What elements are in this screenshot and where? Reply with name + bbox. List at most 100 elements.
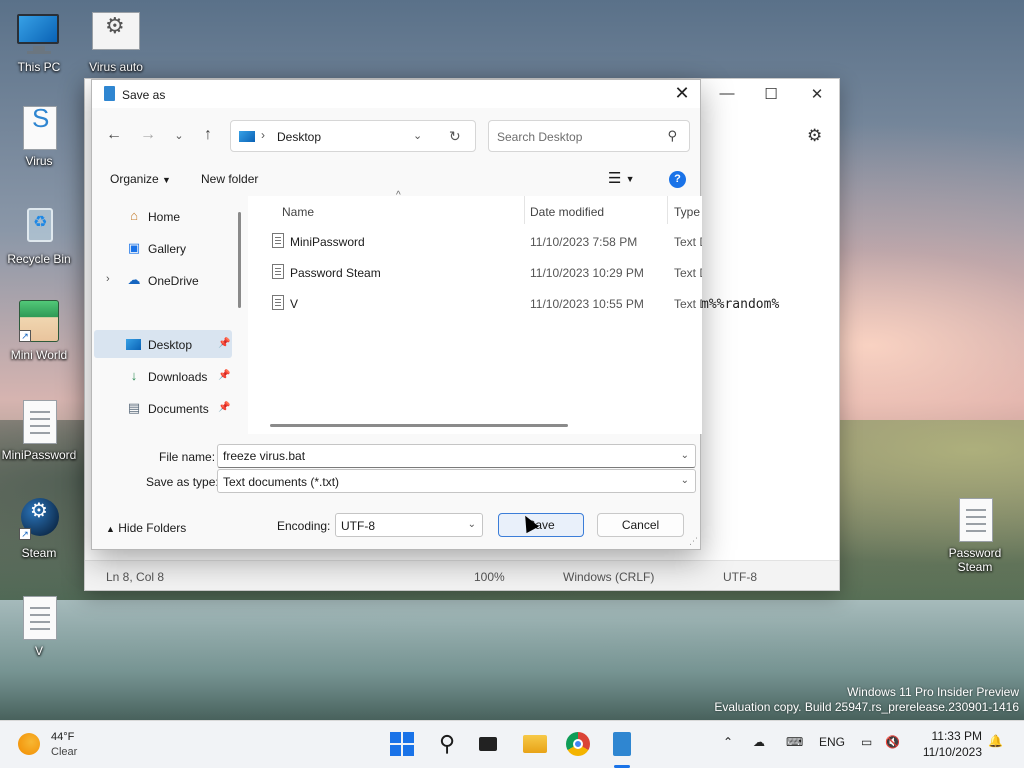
view-options-icon[interactable]: ☰ ▼	[608, 169, 635, 187]
nav-item-downloads[interactable]: ↓ Downloads 📌	[94, 362, 232, 390]
status-bar: Ln 8, Col 8 100% Windows (CRLF) UTF-8	[85, 560, 839, 590]
file-row[interactable]: MiniPassword 11/10/2023 7:58 PM Text Doc…	[248, 226, 702, 256]
nav-item-gallery[interactable]: ▣ Gallery	[94, 234, 232, 262]
desktop-icon-virus[interactable]: S Virus	[0, 105, 79, 168]
save-as-type-select[interactable]: Text documents (*.txt) ⌄	[217, 469, 696, 493]
chrome-button[interactable]	[565, 731, 591, 757]
close-button[interactable]: ✕	[795, 85, 839, 103]
language-indicator[interactable]: ENG	[819, 735, 845, 749]
chevron-up-icon: ▲	[106, 524, 115, 534]
up-arrow-icon[interactable]: ↑	[197, 126, 219, 144]
desktop-icon-virus-auto[interactable]: ⚙ Virus auto	[76, 12, 156, 74]
desktop-icon-steam[interactable]: ⚙ ↗ Steam	[0, 498, 79, 560]
help-icon[interactable]: ?	[669, 171, 686, 188]
dialog-title: Save as	[122, 88, 166, 102]
pin-icon: 📌	[218, 338, 231, 349]
desktop-icon-label: Steam	[21, 546, 57, 560]
desktop-icon-password-steam[interactable]: Password Steam	[935, 498, 1015, 574]
show-hidden-icons-chevron-icon[interactable]: ⌃	[723, 735, 733, 749]
column-header-date-modified[interactable]: Date modified	[525, 196, 667, 224]
weather-temperature: 44°F	[51, 731, 75, 743]
watermark-edition: Windows 11 Pro Insider Preview	[847, 685, 1019, 699]
expand-chevron-icon[interactable]: ›	[106, 273, 110, 285]
save-as-dialog: Save as ✕ ← → ⌄ ↑ › Desktop ⌄ ↻ Search D…	[91, 79, 702, 550]
nav-item-home[interactable]: ⌂ Home	[94, 202, 232, 230]
search-icon: ⚲	[438, 731, 456, 756]
zoom-level[interactable]: 100%	[474, 570, 505, 584]
notepad-button[interactable]	[609, 731, 635, 757]
desktop-icon-minipassword[interactable]: MiniPassword	[0, 400, 79, 462]
editor-text[interactable]: m%%random%	[701, 297, 779, 312]
system-clock[interactable]: 11:33 PM 11/10/2023	[908, 728, 982, 760]
weather-condition: Clear	[51, 746, 78, 758]
file-name-label: File name:	[159, 450, 216, 464]
task-view-icon	[479, 737, 497, 751]
file-explorer-button[interactable]	[522, 731, 548, 757]
maximize-button[interactable]: ☐	[749, 85, 793, 103]
volume-muted-icon[interactable]: 🔇	[885, 735, 900, 749]
breadcrumb-desktop[interactable]: Desktop	[277, 130, 321, 144]
recent-locations-chevron-icon[interactable]: ⌄	[168, 129, 190, 142]
file-date: 11/10/2023 10:29 PM	[530, 266, 644, 280]
save-button[interactable]: Save	[498, 513, 584, 537]
file-row[interactable]: Password Steam 11/10/2023 10:29 PM Text …	[248, 257, 702, 287]
home-icon: ⌂	[130, 208, 138, 223]
nav-item-documents[interactable]: ▤ Documents 📌	[94, 394, 232, 422]
network-offline-icon[interactable]: ☁	[753, 735, 765, 749]
navigation-bar: ← → ⌄ ↑ › Desktop ⌄ ↻ Search Desktop ⚲	[92, 118, 700, 154]
desktop-icon-label: V	[34, 644, 43, 658]
desktop-icon-this-pc[interactable]: This PC	[0, 12, 79, 74]
watermark-build: Evaluation copy. Build 25947.rs_prerelea…	[714, 700, 1019, 714]
minimize-button[interactable]: —	[705, 85, 749, 102]
nav-item-desktop[interactable]: Desktop 📌	[94, 330, 232, 358]
back-arrow-icon[interactable]: ←	[103, 126, 125, 144]
notifications-bell-icon[interactable]: 🔔	[988, 734, 1003, 748]
desktop-icon-recycle-bin[interactable]: ♻ Recycle Bin	[0, 204, 79, 266]
forward-arrow-icon[interactable]: →	[137, 126, 159, 144]
nav-pane-scrollbar[interactable]	[238, 212, 241, 308]
windows-icon	[390, 732, 414, 756]
new-folder-button[interactable]: New folder	[201, 172, 258, 186]
file-list-scrollbar[interactable]	[270, 424, 568, 427]
text-file-icon	[272, 233, 284, 248]
start-button[interactable]	[389, 731, 415, 757]
chevron-down-icon: ▼	[625, 174, 635, 185]
pin-icon: 📌	[218, 402, 231, 413]
desktop-icon-mini-world[interactable]: ↗ Mini World	[0, 300, 79, 362]
resize-grip-icon[interactable]: ⋰	[689, 536, 698, 547]
folder-icon	[523, 735, 547, 753]
nav-item-label: OneDrive	[148, 274, 199, 288]
file-name-input[interactable]: freeze virus.bat ⌄	[217, 444, 696, 468]
documents-icon: ▤	[127, 400, 141, 415]
address-bar[interactable]: › Desktop ⌄ ↻	[230, 120, 476, 152]
display-icon[interactable]: ▭	[861, 735, 872, 749]
file-encoding[interactable]: UTF-8	[723, 570, 757, 584]
file-name-value: freeze virus.bat	[223, 449, 306, 463]
desktop-icon-v[interactable]: V	[0, 596, 79, 658]
search-input[interactable]: Search Desktop ⚲	[488, 120, 690, 152]
windows-watermark: Windows 11 Pro Insider Preview Evaluatio…	[714, 685, 1019, 715]
address-dropdown-chevron-icon[interactable]: ⌄	[413, 129, 422, 142]
save-as-type-value: Text documents (*.txt)	[223, 475, 340, 489]
refresh-icon[interactable]: ↻	[449, 128, 461, 145]
nav-item-label: Gallery	[148, 242, 187, 256]
cancel-button[interactable]: Cancel	[597, 513, 684, 537]
close-icon[interactable]: ✕	[670, 83, 694, 105]
search-button[interactable]: ⚲	[434, 731, 460, 757]
column-header-type[interactable]: Type	[668, 196, 702, 224]
text-file-icon	[15, 400, 63, 444]
organize-button[interactable]: Organize ▼	[110, 172, 171, 186]
settings-gear-icon[interactable]: ⚙	[807, 126, 822, 146]
taskbar: 44°F Clear ⚲ ⌃ ☁ ⌨ ENG ▭ 🔇 11:33 PM 11/1…	[0, 720, 1024, 768]
file-row[interactable]: V 11/10/2023 10:55 PM Text Document	[248, 288, 702, 318]
chevron-down-icon[interactable]: ⌄	[681, 450, 689, 461]
column-header-name[interactable]: Name	[248, 196, 524, 224]
dialog-title-bar: Save as ✕	[92, 80, 700, 108]
save-as-type-label: Save as type:	[146, 475, 219, 489]
line-ending[interactable]: Windows (CRLF)	[563, 570, 654, 584]
nav-item-onedrive[interactable]: › ☁ OneDrive	[94, 266, 232, 294]
keyboard-icon[interactable]: ⌨	[786, 735, 803, 749]
encoding-select[interactable]: UTF-8 ⌄	[335, 513, 483, 537]
hide-folders-button[interactable]: ▲ Hide Folders	[106, 521, 186, 535]
task-view-button[interactable]	[475, 731, 501, 757]
